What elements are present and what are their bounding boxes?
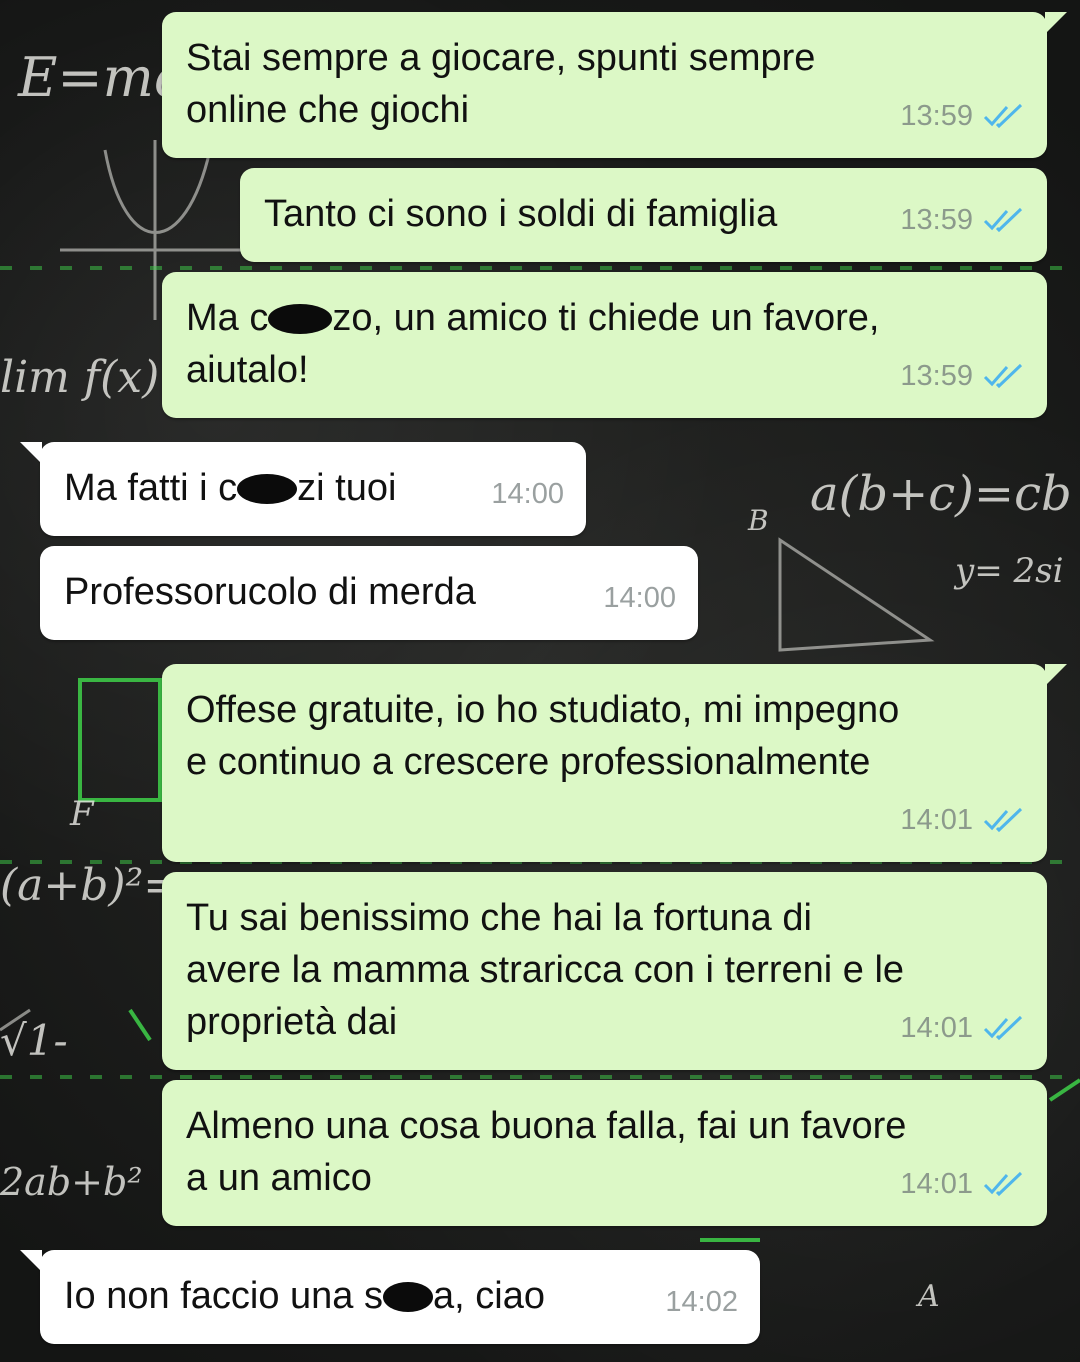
message-meta: 14:00 <box>491 468 564 520</box>
svg-text:A: A <box>915 1279 940 1314</box>
message-meta: 14:00 <box>603 572 676 624</box>
bubble-tail <box>1045 664 1067 686</box>
bubble-tail <box>1045 12 1067 34</box>
outgoing-message[interactable]: Ma c zo, un amico ti chiede un favore, ai… <box>162 272 1047 418</box>
censor-scribble <box>383 1282 433 1312</box>
message-time: 14:00 <box>491 478 564 510</box>
message-time: 13:59 <box>900 100 973 132</box>
bubble-tail <box>20 1250 42 1272</box>
message-meta: 14:01 <box>900 1002 1025 1054</box>
svg-text:y= 2si: y= 2si <box>953 551 1063 591</box>
double-check-icon <box>983 103 1023 129</box>
outgoing-message[interactable]: Stai sempre a giocare, spunti sempre onl… <box>162 12 1067 158</box>
message-line: Professorucolo di merda <box>64 571 476 613</box>
message-line: proprietà dai <box>186 1001 398 1043</box>
double-check-icon <box>983 807 1023 833</box>
double-check-icon <box>983 363 1023 389</box>
message-meta: 13:59 <box>900 194 1025 246</box>
message-line: aiutalo! <box>186 349 309 391</box>
outgoing-message[interactable]: Tu sai benissimo che hai la fortuna di a… <box>162 872 1047 1070</box>
message-line: Io non faccio una s a, ciao <box>64 1270 736 1322</box>
censor-scribble <box>268 304 333 334</box>
outgoing-message[interactable]: Offese gratuite, io ho studiato, mi impe… <box>162 664 1067 862</box>
censor-scribble <box>237 474 298 504</box>
message-line: Ma c zo, un amico ti chiede un favore, <box>186 292 1023 344</box>
message-line: a un amico <box>186 1157 372 1199</box>
svg-text:F: F <box>69 794 95 834</box>
message-time: 13:59 <box>900 204 973 236</box>
message-line: Offese gratuite, io ho studiato, mi impe… <box>186 689 900 731</box>
message-text-part: zi tuoi <box>297 467 397 509</box>
double-check-icon <box>983 1015 1023 1041</box>
message-time: 14:01 <box>900 804 973 836</box>
message-time: 14:02 <box>665 1286 738 1318</box>
message-meta: 14:02 <box>665 1276 738 1328</box>
outgoing-message[interactable]: Almeno una cosa buona falla, fai un favo… <box>162 1080 1047 1226</box>
message-line: Tu sai benissimo che hai la fortuna di <box>186 897 812 939</box>
svg-text:E=mc: E=mc <box>17 46 184 109</box>
svg-text:(a+b)²=: (a+b)²= <box>0 860 180 911</box>
message-text-part: Ma c <box>186 297 269 339</box>
message-text-part: Ma fatti i c <box>64 467 238 509</box>
incoming-message[interactable]: Ma fatti i c zi tuoi 14:00 <box>20 442 586 536</box>
double-check-icon <box>983 207 1023 233</box>
message-text-part: Io non faccio una s <box>64 1275 383 1317</box>
double-check-icon <box>983 1171 1023 1197</box>
message-text-part: zo, un amico ti chiede un favore, <box>332 297 880 339</box>
message-time: 14:00 <box>603 582 676 614</box>
message-line: Stai sempre a giocare, spunti sempre <box>186 37 816 79</box>
message-line: online che giochi <box>186 89 470 131</box>
bubble-tail <box>20 442 42 464</box>
svg-text:2ab+b²: 2ab+b² <box>0 1160 143 1204</box>
message-line: Almeno una cosa buona falla, fai un favo… <box>186 1105 907 1147</box>
incoming-message[interactable]: Professorucolo di merda 14:00 <box>40 546 698 640</box>
message-meta: 14:01 <box>900 794 1025 846</box>
message-line: avere la mamma straricca con i terreni e… <box>186 949 905 991</box>
svg-text:B: B <box>747 504 769 537</box>
svg-text:a(b+c)=cb: a(b+c)=cb <box>810 466 1072 522</box>
message-line: e continuo a crescere professionalmente <box>186 741 871 783</box>
message-time: 13:59 <box>900 360 973 392</box>
message-meta: 13:59 <box>900 90 1025 142</box>
incoming-message[interactable]: Io non faccio una s a, ciao 14:02 <box>20 1250 760 1344</box>
message-text-part: a, ciao <box>433 1275 545 1317</box>
svg-text:√1-: √1- <box>0 1016 68 1065</box>
outgoing-message[interactable]: Tanto ci sono i soldi di famiglia 13:59 <box>240 168 1047 262</box>
message-meta: 13:59 <box>900 350 1025 402</box>
message-line: Ma fatti i c zi tuoi <box>64 462 562 514</box>
message-time: 14:01 <box>900 1012 973 1044</box>
message-meta: 14:01 <box>900 1158 1025 1210</box>
message-time: 14:01 <box>900 1168 973 1200</box>
